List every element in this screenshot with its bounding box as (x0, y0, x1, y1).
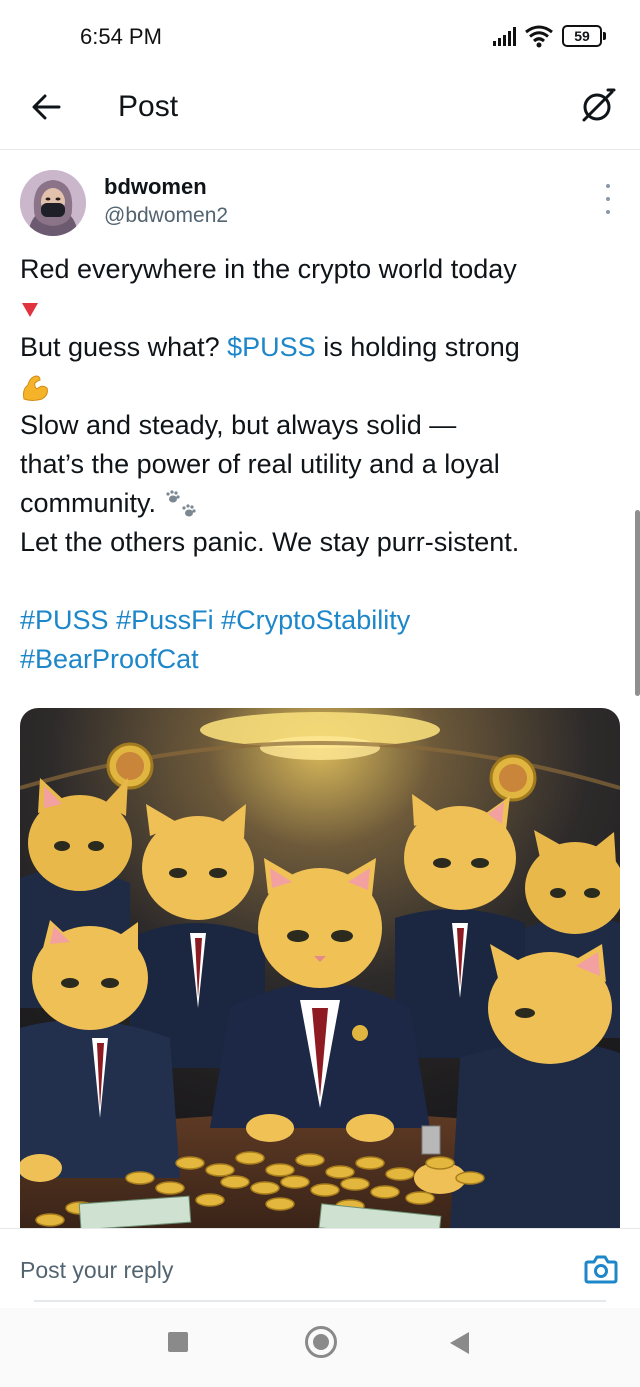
avatar[interactable] (20, 170, 86, 236)
status-icons: 59 (493, 22, 606, 50)
page-title: Post (118, 90, 179, 123)
home-circle-icon[interactable] (305, 1326, 337, 1358)
more-options-button[interactable] (598, 184, 618, 214)
post-text-segment: Let the others panic. We stay purr-siste… (20, 527, 520, 557)
arrow-left-icon (32, 94, 61, 120)
post-text-segment: community. (20, 488, 164, 518)
scrollbar[interactable] (635, 510, 640, 696)
reply-input[interactable]: Post your reply (20, 1257, 173, 1284)
grok-button[interactable] (578, 86, 618, 126)
post-text-spacer (20, 562, 620, 601)
hashtag-line: #BearProofCat (20, 640, 620, 679)
system-nav-bar (0, 1308, 640, 1387)
reply-divider (34, 1300, 606, 1302)
more-dot (606, 210, 610, 214)
signal-icon (493, 26, 516, 46)
post-text-line: that’s the power of real utility and a l… (20, 445, 620, 484)
post-text-segment: is holding strong (315, 332, 520, 362)
post-text-line: Slow and steady, but always solid — (20, 406, 620, 445)
recents-square-icon[interactable] (168, 1332, 188, 1352)
author-handle[interactable]: @bdwomen2 (104, 204, 228, 228)
more-dot (606, 184, 610, 188)
grok-icon (582, 88, 616, 122)
post-text-line: Red everywhere in the crypto world today (20, 250, 620, 289)
back-button[interactable] (28, 89, 64, 125)
post-text-line: But guess what? $PUSS is holding strong (20, 328, 620, 367)
more-dot (606, 197, 610, 201)
post-text: Red everywhere in the crypto world today… (20, 250, 620, 679)
avatar-image (20, 170, 86, 236)
wifi-icon (525, 25, 553, 48)
post-text-segment: Red everywhere in the crypto world today (20, 254, 517, 284)
status-time: 6:54 PM (80, 24, 162, 49)
camera-icon (584, 1255, 618, 1284)
post-text-segment: Slow and steady, but always solid — (20, 410, 457, 440)
post-text-line: Let the others panic. We stay purr-siste… (20, 523, 620, 562)
post-text-line (20, 367, 620, 406)
hashtag-link[interactable]: #CryptoStability (221, 605, 410, 635)
post-text-line (20, 289, 620, 328)
battery-level: 59 (574, 28, 590, 44)
header: Post (0, 72, 640, 150)
camera-button[interactable] (584, 1253, 618, 1285)
hashtag-link[interactable]: #BearProofCat (20, 644, 199, 674)
battery-icon: 59 (562, 25, 606, 47)
post-text-line: community. (20, 484, 620, 523)
hashtag-link[interactable]: #PussFi (116, 605, 214, 635)
red-triangle-emoji-icon (22, 302, 38, 317)
post-image[interactable] (20, 708, 620, 1228)
author-name[interactable]: bdwomen (104, 174, 207, 200)
back-triangle-icon[interactable] (450, 1332, 469, 1354)
reply-bar: Post your reply (0, 1228, 640, 1308)
cashtag-link[interactable]: $PUSS (227, 332, 316, 362)
hashtag-link[interactable]: #PUSS (20, 605, 109, 635)
post-image-illustration (20, 708, 620, 1228)
status-bar: 6:54 PM 59 (0, 0, 640, 72)
post-text-segment: But guess what? (20, 332, 228, 362)
post-author: bdwomen @bdwomen2 (20, 168, 620, 240)
post-text-segment: that’s the power of real utility and a l… (20, 449, 500, 479)
paw-prints-emoji-icon (165, 490, 196, 517)
flexed-biceps-emoji-icon (23, 375, 48, 401)
hashtag-line: #PUSS #PussFi #CryptoStability (20, 601, 620, 640)
